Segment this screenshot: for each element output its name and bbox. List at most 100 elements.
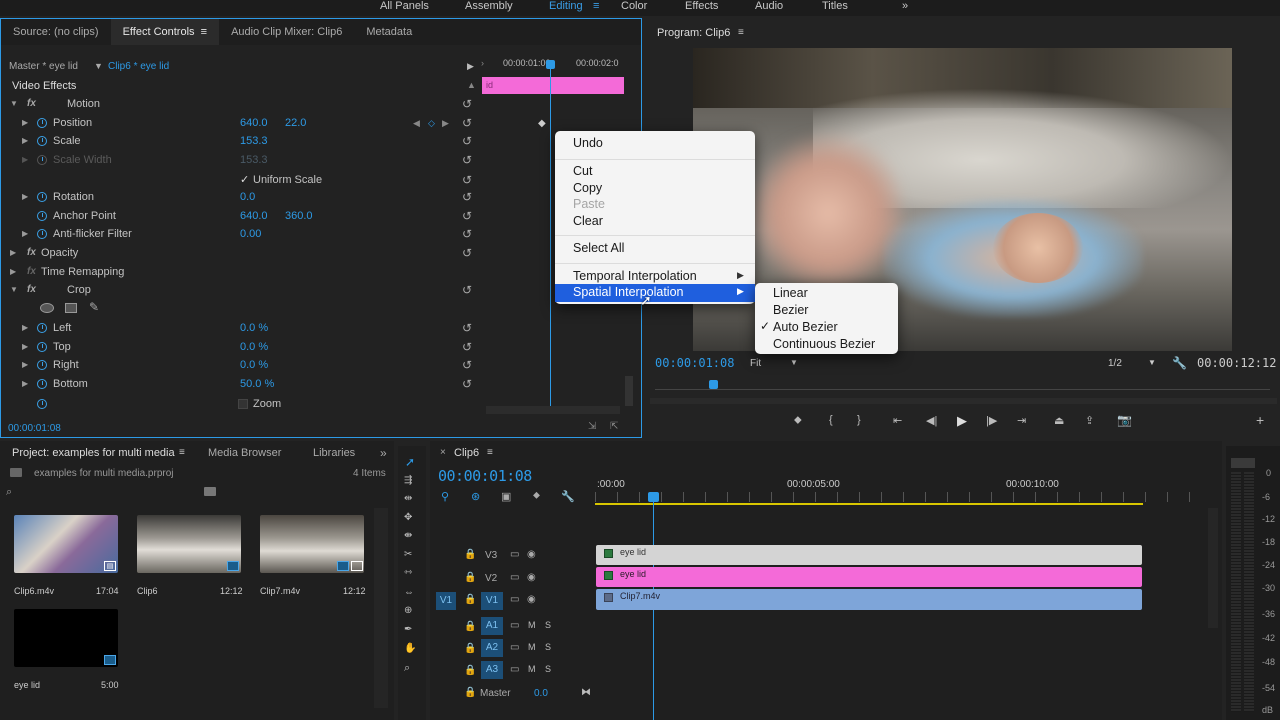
solo-button[interactable]: S xyxy=(545,664,551,674)
program-timecode[interactable]: 00:00:01:08 xyxy=(655,356,734,370)
add-marker-icon[interactable]: ⬥ xyxy=(794,414,802,427)
row-time-remapping[interactable]: ▶ fx Time Remapping xyxy=(0,263,480,281)
pen-mask-icon[interactable]: ✎ xyxy=(89,300,99,314)
source-patch-v1[interactable]: V1 xyxy=(436,592,456,610)
go-to-out-icon[interactable]: ⇥ xyxy=(1017,414,1026,427)
track-a1[interactable]: A1 xyxy=(481,617,503,635)
lock-icon[interactable]: 🔒 xyxy=(464,643,476,654)
position-x-value[interactable]: 640.0 xyxy=(240,114,268,132)
clip-v1[interactable]: Clip7.m4v xyxy=(596,589,1142,610)
reset-icon[interactable]: ↺ xyxy=(462,244,472,262)
thumbnail-eye-lid[interactable] xyxy=(14,609,118,667)
hand-tool-icon[interactable]: ✋ xyxy=(404,643,416,654)
clip-v2[interactable]: eye lid xyxy=(596,567,1142,587)
timeline-playhead-handle[interactable] xyxy=(648,492,659,502)
close-tab-icon[interactable]: × xyxy=(440,447,446,458)
reset-icon[interactable]: ↺ xyxy=(462,114,472,132)
menu-item-clear[interactable]: Clear xyxy=(573,214,603,228)
track-select-tool-icon[interactable]: ⇶ xyxy=(404,475,412,486)
position-y-value[interactable]: 22.0 xyxy=(285,114,306,132)
resolution-chevron-icon[interactable]: ▼ xyxy=(1148,358,1156,367)
add-marker-icon[interactable]: ▣ xyxy=(501,490,511,503)
mute-button[interactable]: M xyxy=(528,620,536,630)
bottom-value[interactable]: 50.0 % xyxy=(240,375,274,393)
sync-lock-icon[interactable]: ▭ xyxy=(510,572,519,583)
master-dropdown-icon[interactable]: ▼ xyxy=(94,61,103,71)
row-antiflicker[interactable]: ▶ Anti-flicker Filter 0.00 ↺ xyxy=(0,225,480,243)
lock-icon[interactable]: 🔒 xyxy=(464,665,476,676)
clip-label[interactable]: Clip6 * eye lid xyxy=(108,61,169,72)
slip-tool-icon[interactable]: ⇿ xyxy=(404,567,412,578)
stopwatch-icon[interactable] xyxy=(37,118,47,128)
twirl-right-icon[interactable]: ▶ xyxy=(10,263,16,281)
stopwatch-icon[interactable] xyxy=(37,379,47,389)
track-v3[interactable]: V3 xyxy=(485,550,497,561)
submenu-item-continuous-bezier[interactable]: Continuous Bezier xyxy=(773,337,875,351)
menu-item-spatial-interpolation[interactable]: Spatial Interpolation ▶ xyxy=(555,284,755,302)
workspace-editing[interactable]: Editing xyxy=(549,0,583,12)
sync-lock-icon[interactable]: ▭ xyxy=(510,594,519,605)
timeline-playhead[interactable] xyxy=(653,502,654,720)
next-keyframe-icon[interactable]: ▶ xyxy=(442,114,449,132)
submenu-item-linear[interactable]: Linear xyxy=(773,286,808,300)
resolution-dropdown[interactable]: 1/2 xyxy=(1108,358,1122,369)
menu-item-cut[interactable]: Cut xyxy=(573,164,592,178)
sync-lock-icon[interactable]: ▭ xyxy=(510,549,519,560)
menu-item-select-all[interactable]: Select All xyxy=(573,241,624,255)
tab-libraries[interactable]: Libraries xyxy=(313,447,355,459)
play-icon[interactable]: ▶ xyxy=(957,413,967,429)
checkmark-icon[interactable]: ✓ xyxy=(240,171,249,189)
mute-button[interactable]: M xyxy=(528,642,536,652)
menu-item-undo[interactable]: Undo xyxy=(573,136,603,150)
stopwatch-icon[interactable] xyxy=(37,211,47,221)
reset-icon[interactable]: ↺ xyxy=(462,188,472,206)
more-tabs-icon[interactable]: » xyxy=(380,446,387,460)
reset-icon[interactable]: ↺ xyxy=(462,171,472,189)
timeline-timecode[interactable]: 00:00:01:08 xyxy=(438,467,532,485)
twirl-right-icon[interactable]: ▶ xyxy=(10,244,16,262)
tab-audio-clip-mixer[interactable]: Audio Clip Mixer: Clip6 xyxy=(219,19,354,45)
stopwatch-icon[interactable] xyxy=(37,342,47,352)
stopwatch-icon[interactable] xyxy=(37,192,47,202)
lock-icon[interactable]: 🔒 xyxy=(464,621,476,632)
tab-sequence[interactable]: Clip6 xyxy=(454,447,479,459)
play-only-icon[interactable]: ▶ xyxy=(467,61,474,72)
tab-media-browser[interactable]: Media Browser xyxy=(208,447,281,459)
track-v1[interactable]: V1 xyxy=(481,592,503,610)
reset-icon[interactable]: ↺ xyxy=(462,207,472,225)
right-value[interactable]: 0.0 % xyxy=(240,356,268,374)
ec-scrollbar[interactable] xyxy=(486,406,620,414)
panel-menu-icon[interactable]: ≡ xyxy=(738,27,744,38)
menu-item-copy[interactable]: Copy xyxy=(573,181,602,195)
keyframe-icon[interactable]: ◆ xyxy=(538,118,546,129)
go-to-in-icon[interactable]: ⇤ xyxy=(893,414,902,427)
twirl-right-icon[interactable]: ▶ xyxy=(22,356,28,374)
lock-icon[interactable]: 🔒 xyxy=(464,594,476,605)
row-crop[interactable]: ▼ fx Crop ↺ xyxy=(0,281,480,299)
fx-icon[interactable]: fx xyxy=(27,281,36,299)
go-to-end-icon[interactable]: ⧓ xyxy=(581,687,591,698)
eye-icon[interactable]: ◉ xyxy=(527,572,536,583)
fx-icon[interactable]: fx xyxy=(27,244,36,262)
row-top[interactable]: ▶ Top 0.0 % ↺ xyxy=(0,338,480,356)
scale-value[interactable]: 153.3 xyxy=(240,132,268,150)
ellipse-mask-icon[interactable] xyxy=(40,303,54,313)
program-zoom-bar[interactable] xyxy=(650,398,1277,404)
ec-playhead[interactable] xyxy=(550,62,551,407)
twirl-down-icon[interactable]: ▼ xyxy=(10,281,18,299)
submenu-item-bezier[interactable]: Bezier xyxy=(773,303,808,317)
workspace-menu-icon[interactable]: ≡ xyxy=(593,0,599,12)
row-left[interactable]: ▶ Left 0.0 % ↺ xyxy=(0,319,480,337)
lock-icon[interactable]: 🔒 xyxy=(464,687,476,698)
tab-source[interactable]: Source: (no clips) xyxy=(1,19,111,45)
workspace-effects[interactable]: Effects xyxy=(685,0,718,12)
workspace-audio[interactable]: Audio xyxy=(755,0,783,12)
project-scrollbar[interactable] xyxy=(374,508,388,708)
reset-icon[interactable]: ↺ xyxy=(462,281,472,299)
master-volume-value[interactable]: 0.0 xyxy=(534,688,548,699)
antiflicker-value[interactable]: 0.00 xyxy=(240,225,261,243)
lock-icon[interactable]: 🔒 xyxy=(464,549,476,560)
anchor-x-value[interactable]: 640.0 xyxy=(240,207,268,225)
mark-in-icon[interactable]: { xyxy=(829,414,833,426)
track-edit-tool-icon[interactable]: ⊕ xyxy=(404,605,412,616)
